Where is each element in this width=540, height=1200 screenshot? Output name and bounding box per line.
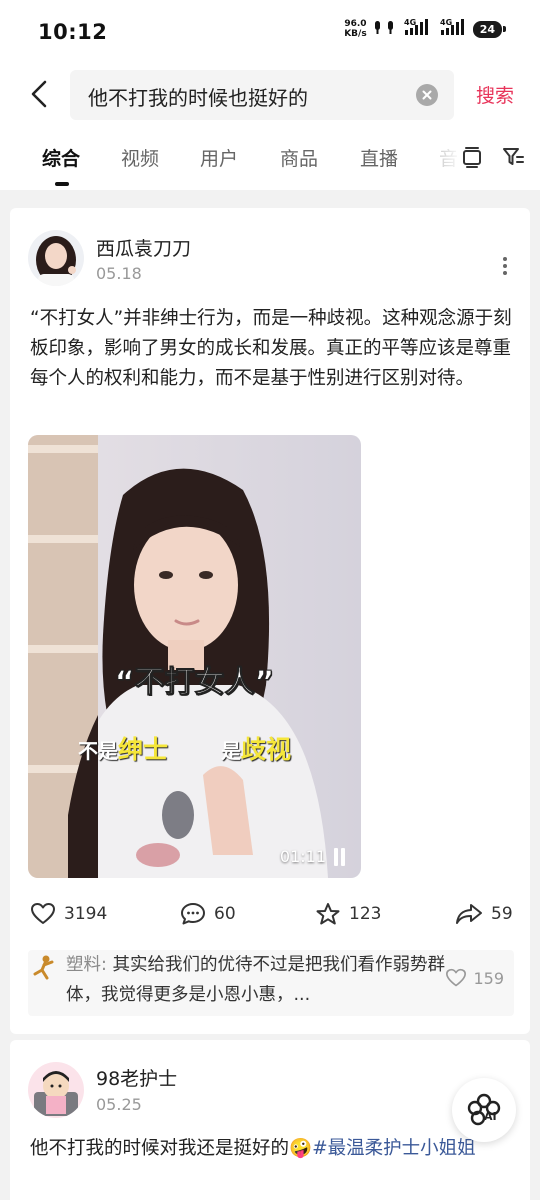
post-date: 05.18 [96,264,142,283]
search-input[interactable]: 他不打我的时候也挺好的 [70,70,454,120]
status-indicators: 96.0 KB/s 4G 4G 24 [344,18,507,40]
ai-assistant-button[interactable]: AI [452,1078,516,1142]
post-username[interactable]: 98老护士 [96,1064,177,1091]
tab-video[interactable]: 视频 [121,144,159,171]
video-caption-right-prefix: 是 [221,739,241,763]
filter-icon[interactable] [501,145,525,173]
tab-users[interactable]: 用户 [200,144,238,171]
post-username[interactable]: 西瓜袁刀刀 [96,234,191,261]
post-card[interactable]: 西瓜袁刀刀 05.18 “不打女人”并非绅士行为，而是一种歧视。这种观念源于刻板… [10,208,530,1034]
share-button[interactable]: 59 [455,902,513,926]
signal1-label: 4G [404,18,416,27]
video-caption-left-prefix: 不是 [78,739,118,763]
video-caption-right-highlight: 歧视 [241,735,292,764]
post-actions: 3194 60 123 59 [10,896,530,936]
video-thumbnail[interactable]: “不打女人” 不是绅士 是歧视 01:11 [28,435,361,878]
favorite-button[interactable]: 123 [315,902,381,926]
favorite-count: 123 [349,904,382,924]
search-header: 他不打我的时候也挺好的 搜索 [0,66,540,124]
like-button[interactable]: 3194 [30,902,107,926]
tab-list-icon[interactable] [461,145,483,173]
back-arrow-icon [31,80,47,108]
comment-author-icon [30,954,58,984]
search-tabs: 综合 视频 用户 商品 直播 音 [0,128,540,190]
close-icon [422,90,432,100]
post-date: 05.25 [96,1095,142,1114]
status-bar: 10:12 96.0 KB/s 4G 4G 24 [0,0,540,62]
more-dot-icon [503,264,507,268]
pause-icon[interactable] [334,847,345,866]
signal2-label: 4G [440,18,452,27]
signal-icon-2: 4G [437,18,467,40]
comment-icon [181,903,205,925]
comment-body: 其实给我们的优待不过是把我们看作弱势群体，我觉得更多是小恩小惠，... [66,955,445,1005]
comment-like-button[interactable]: 159 [445,968,504,988]
tab-live[interactable]: 直播 [360,144,398,171]
post-text-body: 他不打我的时候对我还是挺好的 [30,1138,290,1159]
more-dot-icon [503,257,507,261]
video-caption-left: 不是绅士 [78,730,168,766]
star-icon [316,903,340,925]
comment-author[interactable]: 塑料: [66,955,107,975]
active-tab-indicator [55,182,69,186]
video-caption-main: “不打女人” [114,665,275,701]
search-button[interactable]: 搜索 [476,81,514,108]
comment-like-count: 159 [473,968,504,988]
heart-icon [446,968,467,987]
status-time: 10:12 [38,20,108,44]
video-duration: 01:11 [280,847,345,866]
avatar[interactable] [28,1062,84,1118]
video-caption-right: 是歧视 [221,730,291,766]
tab-fade-overlay [430,138,462,178]
comment-text: 塑料: 其实给我们的优待不过是把我们看作弱势群体，我觉得更多是小恩小惠，... [66,950,456,1010]
network-speed: 96.0 KB/s [344,19,367,39]
back-button[interactable] [22,76,56,112]
signal-icon: 4G [401,18,431,40]
post-text[interactable]: “不打女人”并非绅士行为，而是一种歧视。这种观念源于刻板印象，影响了男女的成长和… [30,304,516,394]
video-caption-left-highlight: 绅士 [118,735,169,764]
post-card[interactable]: 98老护士 05.25 他不打我的时候对我还是挺好的🤪#最温柔护士小姐姐 [10,1040,530,1200]
ai-label: AI [484,1110,497,1123]
battery-indicator: 24 [472,20,507,38]
share-count: 59 [491,904,513,924]
search-query-text[interactable]: 他不打我的时候也挺好的 [88,82,308,111]
hashtag-link[interactable]: #最温柔护士小姐姐 [312,1138,476,1159]
comment-count: 60 [214,904,236,924]
top-comment[interactable]: 塑料: 其实给我们的优待不过是把我们看作弱势群体，我觉得更多是小恩小惠，... … [28,950,514,1016]
tab-products[interactable]: 商品 [280,144,318,171]
like-count: 3194 [64,904,108,924]
comment-button[interactable]: 60 [180,902,236,926]
emoji-icon: 🤪 [289,1138,313,1159]
earbuds-icon [373,19,395,39]
more-dot-icon [503,271,507,275]
avatar[interactable] [28,230,84,286]
post-text[interactable]: 他不打我的时候对我还是挺好的🤪#最温柔护士小姐姐 [30,1134,520,1164]
tab-general[interactable]: 综合 [42,144,80,171]
clear-search-button[interactable] [416,84,438,106]
heart-icon [31,903,55,924]
more-options-button[interactable] [503,257,507,275]
share-arrow-icon [456,904,482,924]
video-duration-text: 01:11 [279,847,326,866]
